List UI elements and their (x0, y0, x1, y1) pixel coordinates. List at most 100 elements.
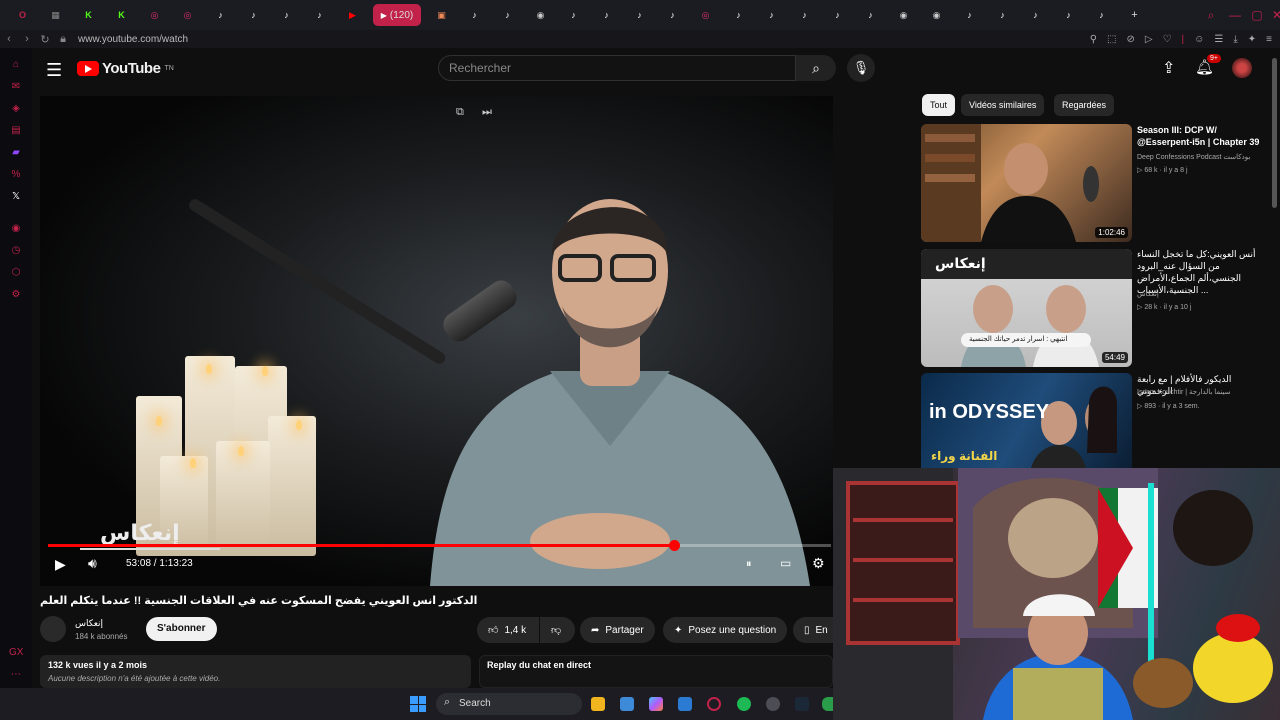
send-icon[interactable]: ▷ (1145, 34, 1153, 45)
reload-icon[interactable]: ↻ (36, 33, 54, 46)
recommendation-channel[interactable]: Issam Kouchtir | سينما بالدارجة (1137, 388, 1231, 396)
subscribe-button[interactable]: S'abonner (146, 617, 217, 641)
profile-icon[interactable]: ☺ (1194, 34, 1204, 45)
gx-icon[interactable]: GX (9, 646, 23, 660)
chip-similar[interactable]: Vidéos similaires (961, 94, 1045, 116)
next-video-icon[interactable]: ⏭ (482, 106, 492, 119)
taskbar-search[interactable]: Search (436, 693, 582, 715)
news-icon[interactable]: ▤ (9, 124, 23, 138)
chip-watched[interactable]: Regardées (1054, 94, 1115, 116)
browser-tab[interactable]: ♪ (1085, 0, 1118, 30)
share-button[interactable]: ➦ Partager (580, 617, 655, 643)
browser-tab[interactable]: ♪ (1052, 0, 1085, 30)
search-tabs-icon[interactable]: ⌕ (1198, 0, 1224, 30)
video-player[interactable]: ⧉ ⏭ إنعكاس ▶ 🔊︎ 53:08 / 1:13:23 ⏸ ▭ ⚙ (40, 96, 833, 586)
box-icon[interactable]: ⬡ (9, 266, 23, 280)
browser-tab[interactable]: K (72, 0, 105, 30)
browser-tab[interactable]: ♪ (458, 0, 491, 30)
menu-hamburger-icon[interactable]: ☰ (46, 60, 62, 81)
browser-tab[interactable]: ♪ (788, 0, 821, 30)
recommendation-title[interactable]: Season III: DCP W/ @Esserpent-i5n | Chap… (1137, 124, 1262, 148)
browser-tab[interactable]: ♪ (821, 0, 854, 30)
channel-avatar[interactable] (40, 616, 66, 642)
browser-tab[interactable]: ♪ (491, 0, 524, 30)
browser-tab[interactable]: ♪ (953, 0, 986, 30)
menu-icon[interactable]: ≡ (1266, 34, 1272, 45)
browser-tab[interactable]: ♪ (986, 0, 1019, 30)
browser-tab[interactable]: ♪ (623, 0, 656, 30)
browser-tab[interactable]: ♪ (854, 0, 887, 30)
search-icon[interactable]: ⌕ (796, 55, 836, 81)
history-icon[interactable]: ◷ (9, 244, 23, 258)
subtitles-icon[interactable]: ▭ (780, 556, 791, 570)
recommendation-channel[interactable]: Deep Confessions Podcast بودكاست (1137, 153, 1250, 161)
capture-icon[interactable]: ⬚ (1107, 34, 1116, 45)
windows-start-icon[interactable] (410, 696, 426, 712)
browser-tab[interactable]: ◉ (524, 0, 557, 30)
voice-search-icon[interactable]: 🎙︎ (847, 54, 875, 82)
browser-tab[interactable]: ◎ (689, 0, 722, 30)
store-icon[interactable] (620, 697, 634, 711)
browser-tab[interactable]: ◎ (171, 0, 204, 30)
browser-tab[interactable]: ♪ (270, 0, 303, 30)
calculator-icon[interactable] (678, 697, 692, 711)
chip-all[interactable]: Tout (922, 94, 956, 116)
save-button[interactable]: ▯ En (793, 617, 833, 643)
upload-icon[interactable]: ⇪ (1162, 58, 1175, 78)
browser-tab[interactable]: ◉ (920, 0, 953, 30)
play-icon[interactable]: ▶ (55, 556, 66, 573)
recommendation-thumbnail[interactable]: 1:02:46 (921, 124, 1132, 242)
browser-tab[interactable]: ♪ (656, 0, 689, 30)
browser-tab[interactable]: ▦ (39, 0, 72, 30)
home-icon[interactable]: ⌂ (9, 58, 23, 72)
recommendation-thumbnail[interactable]: in ODYSSEY الفنانة وراء (921, 373, 1132, 468)
avatar[interactable] (1232, 58, 1252, 78)
browser-tab[interactable]: ◉ (887, 0, 920, 30)
search-input[interactable]: Rechercher (438, 55, 796, 81)
browser-tab[interactable]: O (6, 0, 39, 30)
chat-icon[interactable]: ◈ (9, 102, 23, 116)
autoplay-toggle[interactable]: ⏸ (746, 558, 752, 571)
volume-icon[interactable]: 🔊︎ (88, 555, 97, 572)
spotify-icon[interactable] (737, 697, 751, 711)
gear-icon[interactable]: ⚙ (812, 555, 825, 572)
recommendation-title[interactable]: أنس العويني:كل ما تخجل النساء من السؤال … (1137, 248, 1262, 296)
ai-icon[interactable]: ✦ (1248, 34, 1256, 45)
tools-icon[interactable]: % (9, 168, 23, 182)
active-tab[interactable]: ▶ (120) (373, 4, 421, 26)
browser-tab[interactable]: ◎ (138, 0, 171, 30)
discord-icon[interactable] (766, 697, 780, 711)
browser-tab[interactable]: ♪ (237, 0, 270, 30)
browser-tab[interactable]: ▣ (425, 0, 458, 30)
browser-tab[interactable]: ♪ (755, 0, 788, 30)
browser-tab[interactable]: ♪ (303, 0, 336, 30)
like-button[interactable]: 👍︎ 1,4 k (477, 617, 539, 643)
browser-tab[interactable]: K (105, 0, 138, 30)
recommendation-thumbnail[interactable]: إنعكاس انتبهي : اسرار تدمر حياتك الجنسية… (921, 249, 1132, 367)
messenger-icon[interactable]: ✉ (9, 80, 23, 94)
recommendation-channel[interactable]: إنعكاس (1137, 290, 1159, 298)
download-icon[interactable]: ⤓ (1233, 34, 1237, 45)
chrome-icon[interactable] (822, 697, 833, 711)
close-icon[interactable]: ✕ (1264, 0, 1280, 30)
more-icon[interactable]: ⋯ (9, 668, 23, 682)
twitch-icon[interactable]: ▰ (9, 146, 23, 160)
heart-icon[interactable]: ♡ (1163, 34, 1172, 45)
back-icon[interactable]: ‹ (0, 33, 18, 45)
miniplayer-icon[interactable]: ⧉ (456, 106, 464, 119)
youtube-logo[interactable]: YouTube TN (77, 60, 174, 77)
steam-icon[interactable] (795, 697, 809, 711)
copilot-icon[interactable] (649, 697, 663, 711)
settings-icon[interactable]: ⚙ (9, 288, 23, 302)
browser-tab[interactable]: ♪ (1019, 0, 1052, 30)
file-explorer-icon[interactable] (591, 697, 605, 711)
page-scrollbar[interactable] (1272, 58, 1277, 208)
new-tab-icon[interactable]: + (1118, 0, 1151, 30)
dislike-button[interactable]: 👎︎ (540, 617, 575, 643)
ask-question-button[interactable]: ✦ Posez une question (663, 617, 788, 643)
browser-tab[interactable]: ♪ (722, 0, 755, 30)
browser-tab[interactable]: ♪ (204, 0, 237, 30)
opera-gx-icon[interactable] (707, 697, 721, 711)
browser-tab[interactable]: ♪ (557, 0, 590, 30)
channel-name[interactable]: إنعكاس (75, 618, 103, 629)
